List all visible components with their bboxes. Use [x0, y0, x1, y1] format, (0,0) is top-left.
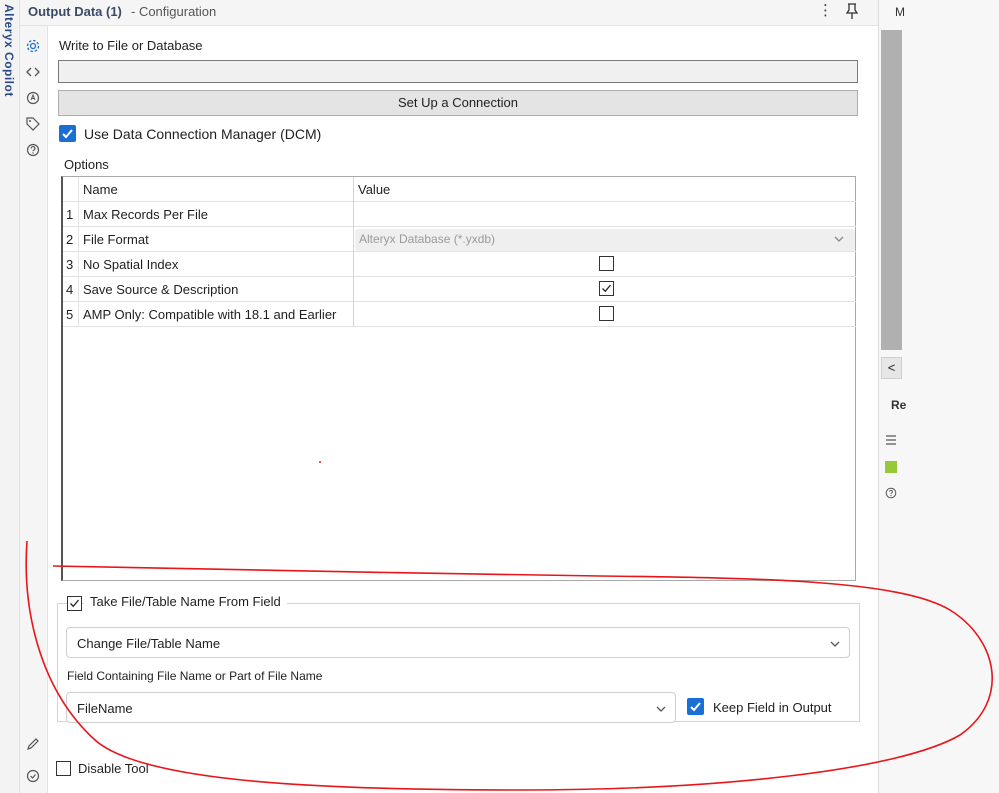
take-file-checkbox[interactable] — [67, 596, 82, 611]
chevron-down-icon — [834, 236, 844, 242]
right-pane-title: M — [895, 5, 905, 19]
table-header-row: Name Value — [63, 177, 856, 202]
options-table: Name Value 1 Max Records Per File 2 File… — [61, 176, 856, 581]
column-header-value: Value — [358, 182, 391, 197]
check-circle-icon[interactable] — [25, 768, 41, 784]
column-divider — [78, 177, 79, 202]
chevron-down-icon — [830, 641, 840, 647]
tool-color-swatch — [885, 461, 897, 473]
file-format-value: Alteryx Database (*.yxdb) — [359, 232, 496, 246]
help-icon[interactable] — [885, 487, 897, 502]
file-format-select[interactable]: Alteryx Database (*.yxdb) — [355, 229, 855, 251]
table-row[interactable]: 4 Save Source & Description — [63, 277, 856, 302]
field-name-value: FileName — [77, 701, 133, 716]
more-options-icon[interactable]: ⋮ — [818, 2, 833, 20]
panel-subtitle: - Configuration — [131, 4, 217, 19]
table-row[interactable]: 2 File Format Alteryx Database (*.yxdb) — [63, 227, 856, 252]
column-divider — [353, 277, 354, 302]
help-icon[interactable] — [25, 142, 41, 158]
code-icon[interactable] — [25, 64, 41, 80]
file-name-mode-dropdown[interactable]: Change File/Table Name — [66, 627, 850, 658]
options-label: Options — [64, 157, 109, 172]
column-divider — [353, 227, 354, 252]
amp-only-checkbox[interactable] — [599, 306, 614, 321]
field-containing-label: Field Containing File Name or Part of Fi… — [67, 669, 323, 683]
write-to-label: Write to File or Database — [59, 38, 203, 53]
disable-tool-checkbox[interactable] — [56, 761, 71, 776]
list-icon[interactable] — [885, 434, 897, 449]
take-file-label: Take File/Table Name From Field — [84, 594, 287, 609]
right-pane-section-label: Re — [891, 398, 907, 412]
annotation-icon[interactable] — [25, 90, 41, 106]
column-header-name: Name — [83, 182, 118, 197]
pencil-icon[interactable] — [25, 736, 41, 752]
panel-header: Output Data (1) - Configuration ⋮ — [20, 0, 878, 26]
field-name-dropdown[interactable]: FileName — [66, 692, 676, 723]
option-name: AMP Only: Compatible with 18.1 and Earli… — [83, 307, 337, 322]
config-icon-column — [20, 26, 48, 793]
setup-connection-button[interactable]: Set Up a Connection — [58, 90, 858, 116]
column-divider — [353, 302, 354, 327]
save-source-checkbox[interactable] — [599, 281, 614, 296]
right-pane: M < Re — [878, 0, 999, 793]
column-divider — [78, 302, 79, 327]
chevron-down-icon — [656, 706, 666, 712]
option-name: No Spatial Index — [83, 257, 179, 272]
pin-icon[interactable] — [844, 2, 860, 20]
table-row[interactable]: 5 AMP Only: Compatible with 18.1 and Ear… — [63, 302, 856, 327]
copilot-tab-label[interactable]: Alteryx Copilot — [2, 4, 16, 97]
file-name-mode-value: Change File/Table Name — [77, 636, 221, 651]
column-divider — [353, 177, 354, 202]
table-row[interactable]: 1 Max Records Per File — [63, 202, 856, 227]
table-row[interactable]: 3 No Spatial Index — [63, 252, 856, 277]
disable-tool-label: Disable Tool — [78, 761, 149, 776]
right-pane-scroll[interactable] — [881, 30, 902, 350]
no-spatial-index-checkbox[interactable] — [599, 256, 614, 271]
left-strip: Alteryx Copilot — [0, 0, 20, 793]
option-name: Max Records Per File — [83, 207, 208, 222]
column-divider — [353, 202, 354, 227]
column-divider — [78, 202, 79, 227]
file-path-field[interactable] — [58, 60, 858, 83]
column-divider — [78, 277, 79, 302]
collapse-button[interactable]: < — [881, 357, 902, 379]
column-divider — [353, 252, 354, 277]
option-name: Save Source & Description — [83, 282, 239, 297]
gear-icon[interactable] — [25, 38, 41, 54]
tag-icon[interactable] — [25, 116, 41, 132]
dcm-label: Use Data Connection Manager (DCM) — [84, 126, 322, 142]
dcm-checkbox[interactable] — [59, 125, 76, 142]
keep-field-label: Keep Field in Output — [713, 700, 832, 715]
option-name: File Format — [83, 232, 149, 247]
keep-field-checkbox[interactable] — [687, 698, 704, 715]
column-divider — [78, 252, 79, 277]
panel-title: Output Data (1) — [28, 4, 122, 19]
column-divider — [78, 227, 79, 252]
